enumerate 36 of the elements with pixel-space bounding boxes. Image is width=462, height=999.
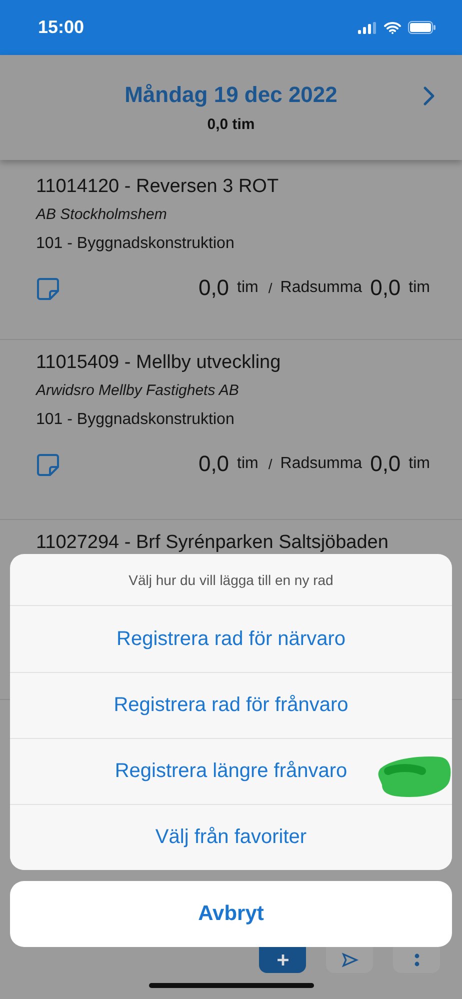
more-icon [414,952,420,968]
activity-name: 101 - Byggnadskonstruktion [36,235,236,253]
customer-name: AB Stockholmshem [36,206,168,223]
day-title: Måndag 19 dec 2022 [124,82,338,108]
hours-unit: tim [237,455,258,473]
hours-unit: tim [237,279,258,297]
sum-unit: tim [408,455,430,473]
status-time: 15:00 [38,17,84,38]
more-button[interactable] [393,947,440,973]
sum-unit: tim [408,279,430,297]
signal-icon [358,22,377,34]
send-button[interactable] [326,947,373,973]
plus-icon [276,953,290,967]
add-button[interactable] [259,947,306,973]
project-title: 11015409 - Mellby utveckling [36,352,282,374]
sheet-option[interactable]: Välj från favoriter [10,804,452,870]
cancel-button[interactable]: Avbryt [10,881,452,947]
note-icon[interactable] [36,277,60,301]
note-icon[interactable] [36,453,60,477]
separator: / [268,456,272,472]
next-day-button[interactable] [422,85,436,107]
send-icon [340,951,358,969]
hours-value: 0,0 [198,275,230,301]
battery-icon [408,21,436,34]
hours-value: 0,0 [198,451,230,477]
customer-name: Arwidsro Mellby Fastighets AB [36,382,240,399]
sum-label: Radsumma [280,455,362,473]
project-title: 11014120 - Reversen 3 ROT [36,176,280,198]
day-total: 0,0 tim [207,116,255,133]
separator: / [268,280,272,296]
project-title: 11027294 - Brf Syrénparken Saltsjöbaden [36,532,390,554]
sum-value: 0,0 [370,451,401,477]
sum-value: 0,0 [370,275,401,301]
sum-label: Radsumma [280,279,362,297]
activity-name: 101 - Byggnadskonstruktion [36,411,236,429]
wifi-icon [384,22,401,34]
